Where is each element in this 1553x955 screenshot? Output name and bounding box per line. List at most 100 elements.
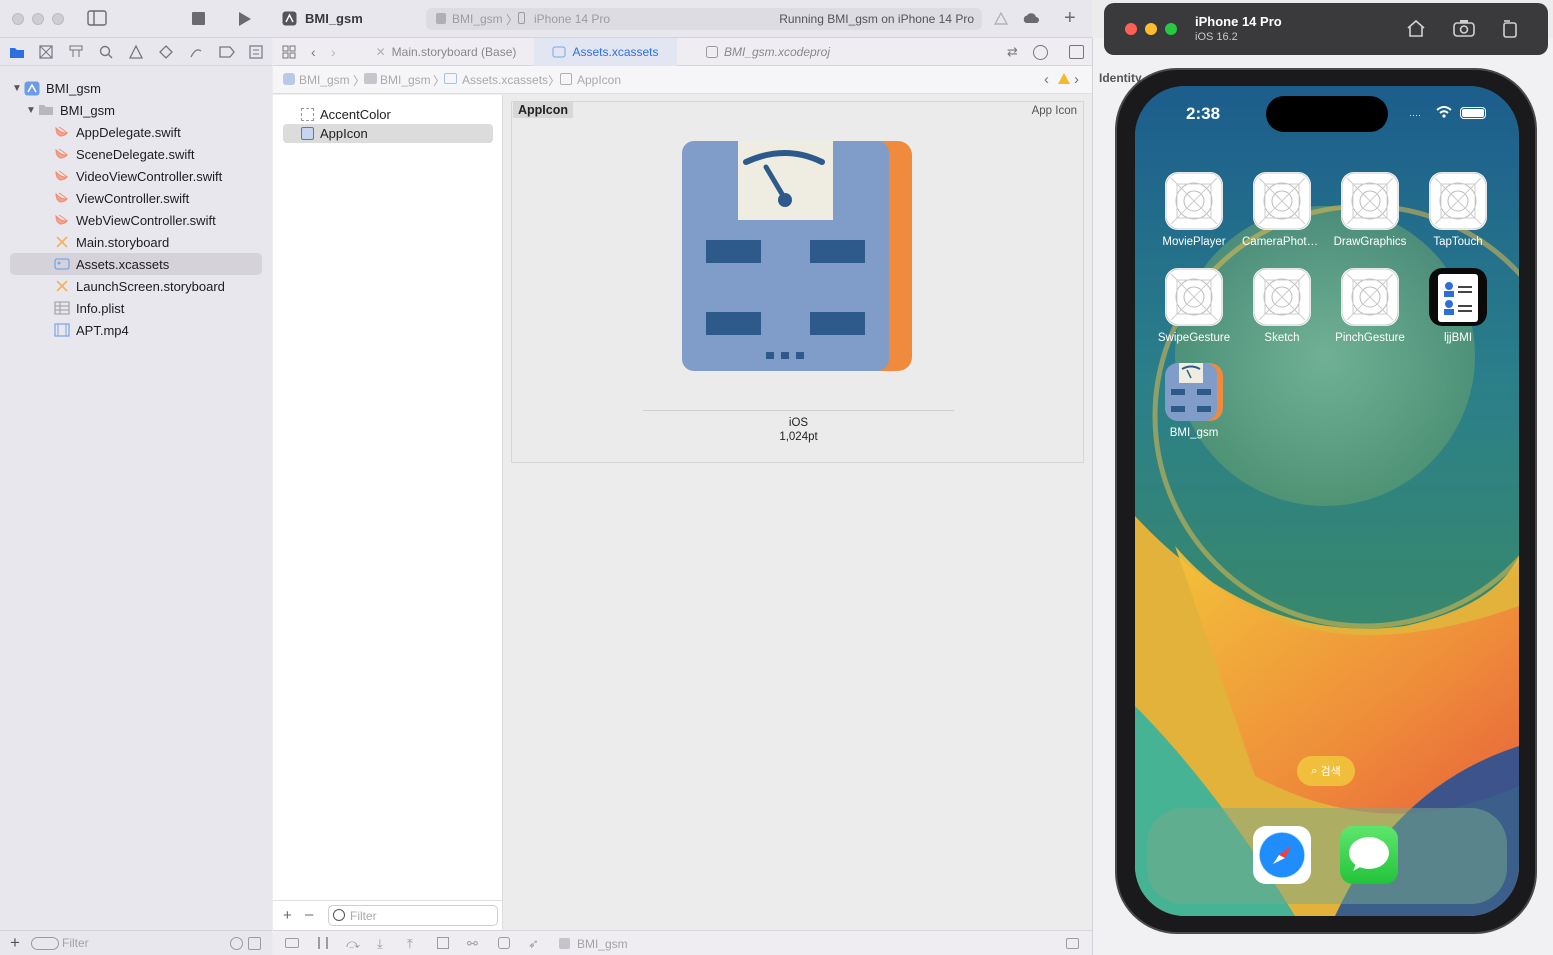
nav-item-file[interactable]: ViewController.swift bbox=[10, 187, 262, 209]
asset-item-accentcolor[interactable]: AccentColor bbox=[283, 105, 493, 124]
home-icon[interactable] bbox=[1406, 19, 1426, 37]
navigator-filter-input[interactable]: Filter bbox=[62, 936, 89, 950]
nav-item-file[interactable]: AppDelegate.swift bbox=[10, 121, 262, 143]
spotlight-search-button[interactable]: ⌕ 검색 bbox=[1297, 756, 1355, 786]
back-icon[interactable]: ‹ bbox=[311, 44, 316, 60]
asset-filter-input[interactable]: Filter bbox=[328, 905, 498, 926]
changed-files-icon[interactable] bbox=[248, 937, 261, 950]
chevron-right-icon: 〉 bbox=[548, 74, 561, 88]
step-into-icon[interactable]: ⤓ bbox=[377, 936, 383, 952]
grid-view-icon[interactable] bbox=[282, 45, 296, 59]
app-taptouch[interactable]: TapTouch bbox=[1418, 172, 1498, 248]
rotate-icon[interactable] bbox=[1501, 18, 1519, 38]
app-movieplayer[interactable]: MoviePlayer bbox=[1154, 172, 1234, 248]
app-label: Sketch bbox=[1264, 332, 1300, 344]
environment-icon[interactable] bbox=[498, 937, 510, 949]
next-issue-icon[interactable]: › bbox=[1074, 71, 1079, 88]
scheme-device[interactable]: iPhone 14 Pro bbox=[534, 12, 610, 26]
nav-item-file-selected[interactable]: Assets.xcassets bbox=[10, 253, 262, 275]
breadcrumb-item[interactable]: BMI_gsm bbox=[299, 73, 350, 87]
screenshot-icon[interactable] bbox=[1453, 19, 1475, 37]
close-window-button[interactable] bbox=[1125, 23, 1137, 35]
chevron-down-icon[interactable]: ▼ bbox=[10, 83, 24, 94]
nav-item-file[interactable]: SceneDelegate.swift bbox=[10, 143, 262, 165]
run-icon[interactable] bbox=[238, 11, 252, 27]
issue-icon[interactable] bbox=[129, 45, 143, 59]
zoom-window-button[interactable] bbox=[52, 13, 64, 25]
add-icon[interactable]: + bbox=[1064, 7, 1076, 30]
tab-assets[interactable]: Assets.xcassets bbox=[534, 38, 677, 66]
debug-icon[interactable] bbox=[189, 45, 203, 59]
nav-item-file[interactable]: APT.mp4 bbox=[10, 319, 262, 341]
recent-files-icon[interactable] bbox=[230, 937, 243, 950]
app-cameraphotol-[interactable]: CameraPhotoL... bbox=[1242, 172, 1322, 248]
nav-item-project[interactable]: ▼ BMI_gsm bbox=[10, 77, 262, 99]
pause-icon[interactable] bbox=[318, 937, 328, 949]
simulator-title-bar: iPhone 14 Pro iOS 16.2 bbox=[1104, 3, 1548, 55]
nav-item-file[interactable]: Main.storyboard bbox=[10, 231, 262, 253]
view-hierarchy-icon[interactable] bbox=[437, 937, 449, 949]
iphone-screen[interactable]: 2:38 ···· MoviePlayer CameraPhotoL... Draw… bbox=[1135, 86, 1519, 916]
stop-icon[interactable] bbox=[192, 12, 206, 26]
sidebar-toggle-icon[interactable] bbox=[87, 10, 107, 26]
cloud-icon[interactable] bbox=[1022, 12, 1040, 24]
chevron-down-icon[interactable]: ▼ bbox=[24, 105, 38, 116]
source-control-icon[interactable] bbox=[39, 45, 53, 59]
app-bmi-gsm[interactable]: BMI_gsm bbox=[1154, 363, 1234, 439]
step-over-icon[interactable]: ⤼ bbox=[346, 936, 360, 952]
folder-icon[interactable] bbox=[9, 46, 25, 59]
report-icon[interactable] bbox=[249, 45, 263, 59]
app-sketch[interactable]: Sketch bbox=[1242, 268, 1322, 344]
app-ljjbmi[interactable]: ljjBMI bbox=[1418, 268, 1498, 344]
filter-options-icon[interactable] bbox=[31, 937, 59, 950]
breakpoint-icon[interactable] bbox=[219, 46, 235, 58]
app-pinchgesture[interactable]: PinchGesture bbox=[1330, 268, 1410, 344]
scheme-selector[interactable]: BMI_gsm 〉 iPhone 14 Pro Running BMI_gsm … bbox=[426, 8, 982, 30]
location-icon[interactable]: ➶ bbox=[528, 936, 539, 952]
close-window-button[interactable] bbox=[12, 13, 24, 25]
add-icon[interactable]: + bbox=[10, 933, 20, 953]
swap-icon[interactable]: ⇄ bbox=[1007, 44, 1018, 60]
app-drawgraphics[interactable]: DrawGraphics bbox=[1330, 172, 1410, 248]
warning-icon[interactable] bbox=[994, 12, 1008, 25]
debug-bar: ⤼ ⤓ ⤒ ⚯ ➶ BMI_gsm bbox=[273, 930, 1092, 955]
test-icon[interactable] bbox=[159, 45, 173, 59]
app-swipegesture[interactable]: SwipeGesture bbox=[1154, 268, 1234, 344]
minimize-window-button[interactable] bbox=[32, 13, 44, 25]
console-toggle-icon[interactable] bbox=[285, 938, 299, 948]
forward-icon[interactable]: › bbox=[331, 44, 336, 60]
app-label: PinchGesture bbox=[1335, 332, 1405, 344]
nav-item-file[interactable]: Info.plist bbox=[10, 297, 262, 319]
breadcrumb-item[interactable]: Assets.xcassets bbox=[462, 73, 548, 87]
more-options-icon[interactable] bbox=[1033, 45, 1048, 60]
nav-item-file[interactable]: LaunchScreen.storyboard bbox=[10, 275, 262, 297]
app-label: CameraPhotoL... bbox=[1242, 236, 1322, 248]
minimize-window-button[interactable] bbox=[1145, 23, 1157, 35]
step-out-icon[interactable]: ⤒ bbox=[407, 936, 413, 952]
zoom-window-button[interactable] bbox=[1165, 23, 1177, 35]
messages-icon[interactable] bbox=[1340, 826, 1398, 884]
debug-area-toggle-icon[interactable] bbox=[1066, 938, 1079, 949]
nav-item-file[interactable]: WebViewController.swift bbox=[10, 209, 262, 231]
remove-icon[interactable]: – bbox=[305, 906, 313, 923]
scheme-target[interactable]: BMI_gsm bbox=[452, 12, 503, 26]
previous-issue-icon[interactable]: ‹ bbox=[1044, 71, 1049, 88]
warning-icon[interactable] bbox=[1058, 73, 1070, 84]
asset-item-appicon[interactable]: AppIcon bbox=[283, 124, 493, 143]
app-icon-image[interactable] bbox=[682, 140, 914, 373]
tab-main-storyboard[interactable]: ✕ Main.storyboard (Base) bbox=[363, 38, 529, 66]
status-time: 2:38 bbox=[1186, 104, 1221, 123]
breadcrumb-item[interactable]: BMI_gsm bbox=[380, 73, 431, 87]
swift-file-icon bbox=[54, 213, 70, 227]
nav-item-group[interactable]: ▼ BMI_gsm bbox=[10, 99, 262, 121]
split-editor-icon[interactable] bbox=[1069, 45, 1084, 59]
search-icon[interactable] bbox=[99, 45, 113, 59]
breadcrumb-item[interactable]: AppIcon bbox=[577, 73, 621, 87]
nav-item-file[interactable]: VideoViewController.swift bbox=[10, 165, 262, 187]
add-icon[interactable]: + bbox=[283, 907, 292, 924]
hierarchy-icon[interactable] bbox=[69, 45, 83, 59]
memory-graph-icon[interactable]: ⚯ bbox=[467, 936, 478, 952]
tab-xcodeproj[interactable]: BMI_gsm.xcodeproj bbox=[693, 38, 843, 66]
safari-icon[interactable] bbox=[1253, 826, 1311, 884]
debug-scheme-label: BMI_gsm bbox=[577, 937, 628, 951]
